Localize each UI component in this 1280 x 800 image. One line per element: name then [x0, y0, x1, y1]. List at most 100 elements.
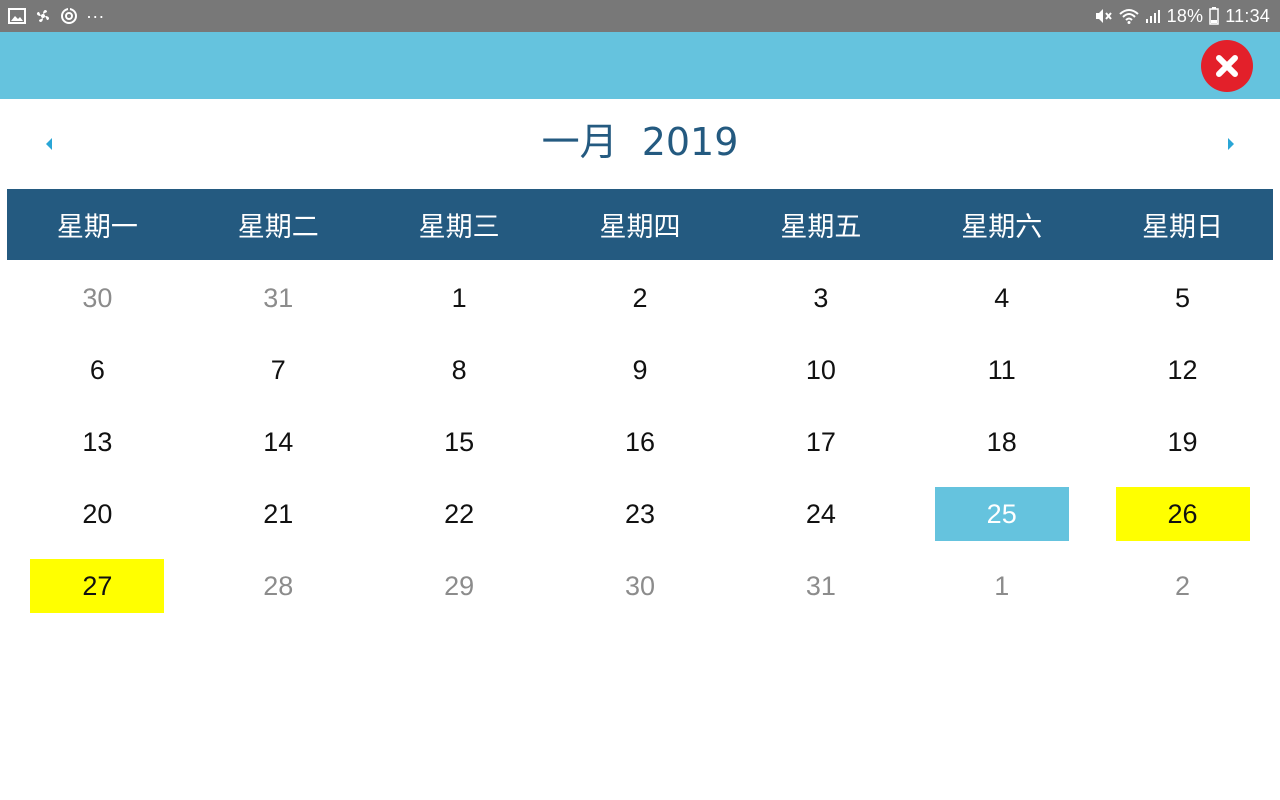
day-cell[interactable]: 6 — [7, 334, 188, 406]
day-grid: 30 31 1 2 3 4 5 6 7 8 9 10 11 12 13 14 15 16 17 18 19 20 21 22 2… — [7, 262, 1273, 622]
day-label: 5 — [1175, 282, 1191, 313]
signal-icon — [1145, 6, 1161, 26]
day-label: 31 — [263, 282, 294, 313]
mute-icon — [1095, 6, 1113, 26]
day-label: 30 — [82, 282, 113, 313]
day-cell[interactable]: 14 — [188, 406, 369, 478]
day-label: 18 — [986, 426, 1017, 457]
battery-percent: 18% — [1166, 5, 1204, 26]
day-label: 10 — [805, 354, 836, 385]
month-label: 一月 — [541, 120, 618, 164]
day-label: 1 — [994, 570, 1010, 601]
day-label: 1 — [451, 282, 467, 313]
image-icon — [8, 6, 26, 26]
day-cell[interactable]: 1 — [369, 262, 550, 334]
day-label: 17 — [805, 426, 836, 457]
triangle-right-icon — [1228, 138, 1234, 150]
day-label: 15 — [444, 426, 475, 457]
more-icon: ··· — [86, 5, 105, 26]
weekday-sun: 星期日 — [1142, 212, 1224, 243]
weekday-fri: 星期五 — [780, 212, 862, 243]
day-cell[interactable]: 15 — [369, 406, 550, 478]
day-label: 28 — [263, 570, 294, 601]
weekday-thu: 星期四 — [599, 212, 681, 243]
wifi-icon — [1118, 6, 1139, 26]
weekday-wed: 星期三 — [418, 212, 500, 243]
day-cell[interactable]: 30 — [550, 550, 731, 622]
day-cell[interactable]: 7 — [188, 334, 369, 406]
day-label: 29 — [444, 570, 475, 601]
day-label: 23 — [624, 498, 655, 529]
day-label: 4 — [994, 282, 1010, 313]
weekday-sat: 星期六 — [961, 212, 1043, 243]
day-cell[interactable]: 8 — [369, 334, 550, 406]
day-cell[interactable]: 28 — [188, 550, 369, 622]
battery-icon — [1209, 6, 1220, 26]
day-label: 27 — [30, 559, 165, 613]
day-cell[interactable]: 18 — [911, 406, 1092, 478]
day-cell[interactable]: 13 — [7, 406, 188, 478]
close-button[interactable] — [1201, 40, 1253, 92]
day-label: 19 — [1167, 426, 1198, 457]
day-label: 11 — [987, 354, 1016, 385]
day-label: 9 — [632, 354, 648, 385]
day-cell[interactable]: 9 — [550, 334, 731, 406]
day-label: 8 — [451, 354, 467, 385]
weekday-header: 星期一 星期二 星期三 星期四 星期五 星期六 星期日 — [7, 189, 1273, 260]
day-label: 26 — [1115, 487, 1250, 541]
day-cell[interactable]: 20 — [7, 478, 188, 550]
close-icon — [1216, 55, 1238, 77]
status-left: ··· — [8, 6, 105, 26]
day-label: 22 — [444, 498, 475, 529]
status-bar: ··· 18% 11:34 — [0, 0, 1280, 32]
status-time: 11:34 — [1225, 5, 1270, 26]
day-cell[interactable]: 21 — [188, 478, 369, 550]
day-label: 2 — [632, 282, 648, 313]
weekday-tue: 星期二 — [237, 212, 319, 243]
year-label: 2019 — [641, 120, 739, 164]
day-cell[interactable]: 25 — [911, 478, 1092, 550]
status-right: 18% 11:34 — [1095, 6, 1270, 27]
day-cell[interactable]: 12 — [1092, 334, 1273, 406]
next-month-button[interactable] — [1216, 129, 1246, 159]
day-cell[interactable]: 10 — [730, 334, 911, 406]
day-cell[interactable]: 26 — [1092, 478, 1273, 550]
day-cell[interactable]: 3 — [730, 262, 911, 334]
day-cell[interactable]: 31 — [188, 262, 369, 334]
day-cell[interactable]: 19 — [1092, 406, 1273, 478]
day-cell[interactable]: 17 — [730, 406, 911, 478]
day-cell[interactable]: 22 — [369, 478, 550, 550]
day-cell[interactable]: 31 — [730, 550, 911, 622]
weekday-mon: 星期一 — [56, 212, 138, 243]
day-label: 20 — [82, 498, 113, 529]
day-label: 30 — [624, 570, 655, 601]
day-cell[interactable]: 2 — [1092, 550, 1273, 622]
day-cell[interactable]: 2 — [550, 262, 731, 334]
day-cell[interactable]: 11 — [911, 334, 1092, 406]
day-cell[interactable]: 1 — [911, 550, 1092, 622]
day-label: 31 — [805, 570, 836, 601]
day-label: 3 — [813, 282, 829, 313]
day-cell[interactable]: 4 — [911, 262, 1092, 334]
day-cell[interactable]: 27 — [7, 550, 188, 622]
month-title: 一月 2019 — [0, 117, 1280, 167]
day-cell[interactable]: 5 — [1092, 262, 1273, 334]
day-cell[interactable]: 24 — [730, 478, 911, 550]
day-label: 21 — [263, 498, 294, 529]
day-label: 6 — [89, 354, 105, 385]
day-label: 24 — [805, 498, 836, 529]
day-label: 7 — [270, 354, 286, 385]
day-cell[interactable]: 16 — [550, 406, 731, 478]
month-navigation: 一月 2019 — [0, 99, 1280, 189]
day-cell[interactable]: 29 — [369, 550, 550, 622]
day-cell[interactable]: 23 — [550, 478, 731, 550]
day-label: 25 — [934, 487, 1069, 541]
day-label: 12 — [1167, 354, 1198, 385]
day-label: 16 — [624, 426, 655, 457]
pinwheel-icon — [34, 6, 52, 26]
header-bar — [0, 32, 1280, 99]
day-cell[interactable]: 30 — [7, 262, 188, 334]
day-label: 13 — [82, 426, 113, 457]
day-label: 14 — [263, 426, 294, 457]
sync-icon — [60, 6, 78, 26]
